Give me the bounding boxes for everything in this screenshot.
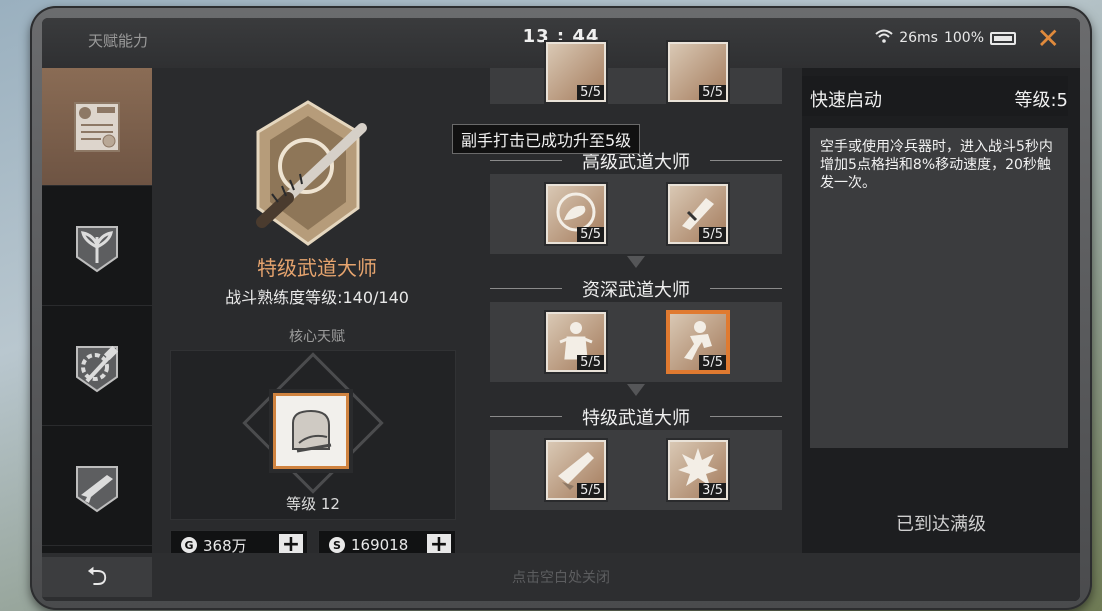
skill-quick-start[interactable]: 5/5	[668, 312, 728, 372]
talent-title: 特级武道大师	[257, 256, 377, 280]
category-sidebar	[42, 68, 152, 553]
trade-certificate-icon	[74, 101, 120, 152]
skill-detail-panel: 快速启动 等级:5 空手或使用冷兵器时，进入战斗5秒内增加5点格挡和8%移动速度…	[802, 68, 1080, 553]
ping-readout: 26ms	[899, 30, 938, 46]
skill-description: 空手或使用冷兵器时，进入战斗5秒内增加5点格挡和8%移动速度，20秒触发一次。	[810, 128, 1068, 448]
skill-count: 3/5	[699, 483, 726, 498]
talent-main-panel: 特级武道大师 战斗熟练度等级:140/140 核心天赋 等级 12 G 368万…	[152, 42, 802, 560]
gear-hammer-icon	[76, 345, 119, 392]
game-screen: 天赋能力 13 : 44 26ms 100% ✕ 特级武道大师 战斗熟练度等级:…	[42, 18, 1080, 601]
core-talent-box: 等级 12	[170, 350, 456, 520]
skill-count: 5/5	[577, 85, 604, 100]
proficiency-level: 战斗熟练度等级:140/140	[225, 288, 409, 307]
fist-wrap-icon	[292, 409, 332, 453]
sidebar-item-firearm[interactable]	[42, 428, 152, 546]
skill-blade[interactable]: 5/5	[546, 440, 606, 500]
close-button[interactable]: ✕	[1037, 22, 1060, 55]
skill-top-2[interactable]: 5/5	[668, 42, 728, 102]
skill-count: 5/5	[699, 227, 726, 242]
tier-heading-3: 特级武道大师	[490, 404, 782, 429]
tier-row-3: 5/5 3/5	[490, 430, 782, 510]
sidebar-item-crafting[interactable]	[42, 308, 152, 426]
tier-arrow-icon	[627, 256, 645, 268]
upgrade-toast: 副手打击已成功升至5级	[452, 124, 641, 154]
credits-icon: S	[329, 537, 345, 553]
plant-icon	[76, 225, 118, 272]
skill-detail-header: 快速启动 等级:5	[802, 76, 1068, 116]
baseball-bat-emblem-icon	[256, 100, 367, 246]
max-level-status: 已到达满级	[896, 514, 986, 535]
sidebar-item-trade[interactable]	[42, 68, 152, 186]
sidebar-item-plant[interactable]	[42, 188, 152, 306]
skill-burst[interactable]: 3/5	[668, 440, 728, 500]
tier-arrow-icon	[627, 384, 645, 396]
skill-flex-arm[interactable]: 5/5	[546, 184, 606, 244]
core-talent-label: 核心天赋	[289, 329, 345, 345]
skill-count: 5/5	[577, 483, 604, 498]
tier-row-1: 5/5 5/5	[490, 174, 782, 254]
skill-name: 快速启动	[810, 90, 882, 111]
skill-level: 等级:5	[1014, 90, 1068, 111]
credits-amount: 169018	[351, 536, 409, 554]
tier-heading-2: 资深武道大师	[490, 276, 782, 301]
skill-count: 5/5	[577, 355, 604, 370]
tap-to-close-hint: 点击空白处关闭	[512, 570, 610, 586]
skill-strike[interactable]: 5/5	[668, 184, 728, 244]
skill-count: 5/5	[699, 355, 726, 370]
skill-count: 5/5	[577, 227, 604, 242]
bottom-bar: ⮌ 点击空白处关闭	[42, 553, 1080, 601]
battery-icon	[990, 31, 1016, 45]
battery-percent: 100%	[943, 30, 984, 46]
firearm-icon	[76, 465, 118, 512]
wifi-icon	[875, 29, 893, 47]
skill-top-1[interactable]: 5/5	[546, 42, 606, 102]
tier-row-top: 5/5 5/5	[490, 42, 782, 104]
core-talent-button[interactable]	[269, 389, 353, 473]
tier-row-2: 5/5 5/5	[490, 302, 782, 382]
coin-icon: G	[181, 537, 197, 553]
skill-defense-stance[interactable]: 5/5	[546, 312, 606, 372]
status-indicators: 26ms 100%	[875, 29, 1016, 47]
core-talent-level: 等级 12	[286, 495, 340, 513]
skill-count: 5/5	[699, 85, 726, 100]
